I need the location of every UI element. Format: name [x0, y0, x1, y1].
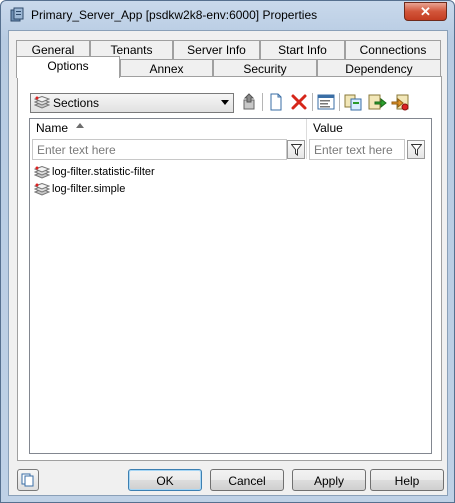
list-item[interactable]: log-filter.simple	[33, 182, 414, 198]
view-select-value: Sections	[53, 96, 100, 110]
export-icon	[368, 94, 387, 110]
properties-button[interactable]	[316, 92, 336, 112]
delete-button[interactable]	[289, 92, 309, 112]
properties-window: Primary_Server_App [psdkw2k8-env:6000] P…	[0, 0, 455, 503]
export-button[interactable]	[367, 92, 387, 112]
tab-label: Options	[47, 59, 89, 73]
sections-icon	[33, 95, 51, 110]
tab-connections[interactable]: Connections	[345, 40, 441, 60]
tab-label: Security	[243, 62, 287, 76]
import-icon	[391, 94, 409, 111]
import-button[interactable]	[391, 92, 411, 112]
value-filter-button[interactable]	[407, 140, 425, 159]
value-filter-input[interactable]	[309, 139, 405, 160]
new-button[interactable]	[266, 92, 286, 112]
copy-icon	[344, 94, 362, 111]
tab-label: General	[31, 43, 75, 57]
dialog-client-area: General Tenants Server Info Start Info C…	[8, 30, 448, 496]
window-title: Primary_Server_App [psdkw2k8-env:6000] P…	[31, 8, 318, 22]
copy-button[interactable]	[343, 92, 363, 112]
toolbar-separator	[339, 93, 340, 111]
tab-options[interactable]: Options	[16, 56, 120, 78]
tab-start-info[interactable]: Start Info	[260, 40, 345, 60]
tab-label: Tenants	[110, 43, 153, 57]
chevron-down-icon	[221, 100, 229, 105]
section-icon	[33, 165, 51, 180]
tab-label: Dependency	[345, 62, 413, 76]
up-level-button[interactable]	[240, 92, 260, 112]
options-panel: Sections Name Value Enter text here Ente…	[17, 76, 442, 461]
options-grid: Name Value Enter text here Enter text he…	[29, 118, 432, 454]
column-header-label: Value	[313, 121, 343, 135]
ok-button[interactable]: OK	[128, 469, 202, 491]
properties-icon	[317, 94, 335, 110]
copy-view-button[interactable]	[17, 469, 39, 491]
list-item-label: log-filter.statistic-filter	[52, 166, 155, 178]
column-header-label: Name	[36, 121, 69, 135]
name-filter-button[interactable]	[287, 140, 305, 159]
section-icon	[33, 182, 51, 197]
filter-funnel-icon	[291, 144, 302, 156]
toolbar-separator	[312, 93, 313, 111]
close-button[interactable]: ✕	[404, 2, 447, 21]
tab-label: Annex	[149, 62, 184, 76]
sort-ascending-icon	[76, 123, 84, 128]
server-app-icon	[9, 7, 25, 23]
tab-label: Server Info	[187, 43, 246, 57]
tab-label: Connections	[359, 43, 427, 57]
column-header-name[interactable]: Name	[30, 119, 306, 138]
cancel-button[interactable]: Cancel	[210, 469, 284, 491]
tab-label: Start Info	[278, 43, 327, 57]
name-filter-input[interactable]	[32, 139, 287, 160]
close-icon: ✕	[420, 4, 431, 19]
tab-server-info[interactable]: Server Info	[173, 40, 260, 60]
delete-x-icon	[291, 94, 307, 110]
view-select[interactable]: Sections	[30, 93, 234, 113]
copy-pages-icon	[21, 473, 34, 487]
title-bar[interactable]: Primary_Server_App [psdkw2k8-env:6000] P…	[1, 1, 454, 29]
list-item[interactable]: log-filter.statistic-filter	[33, 165, 414, 181]
list-item-label: log-filter.simple	[52, 183, 126, 195]
apply-button[interactable]: Apply	[292, 469, 366, 491]
help-button[interactable]: Help	[370, 469, 444, 491]
column-header-value[interactable]: Value	[307, 119, 431, 138]
toolbar-separator	[262, 93, 263, 111]
filter-funnel-icon	[411, 144, 422, 156]
up-level-icon	[243, 93, 255, 110]
new-document-icon	[270, 93, 282, 111]
